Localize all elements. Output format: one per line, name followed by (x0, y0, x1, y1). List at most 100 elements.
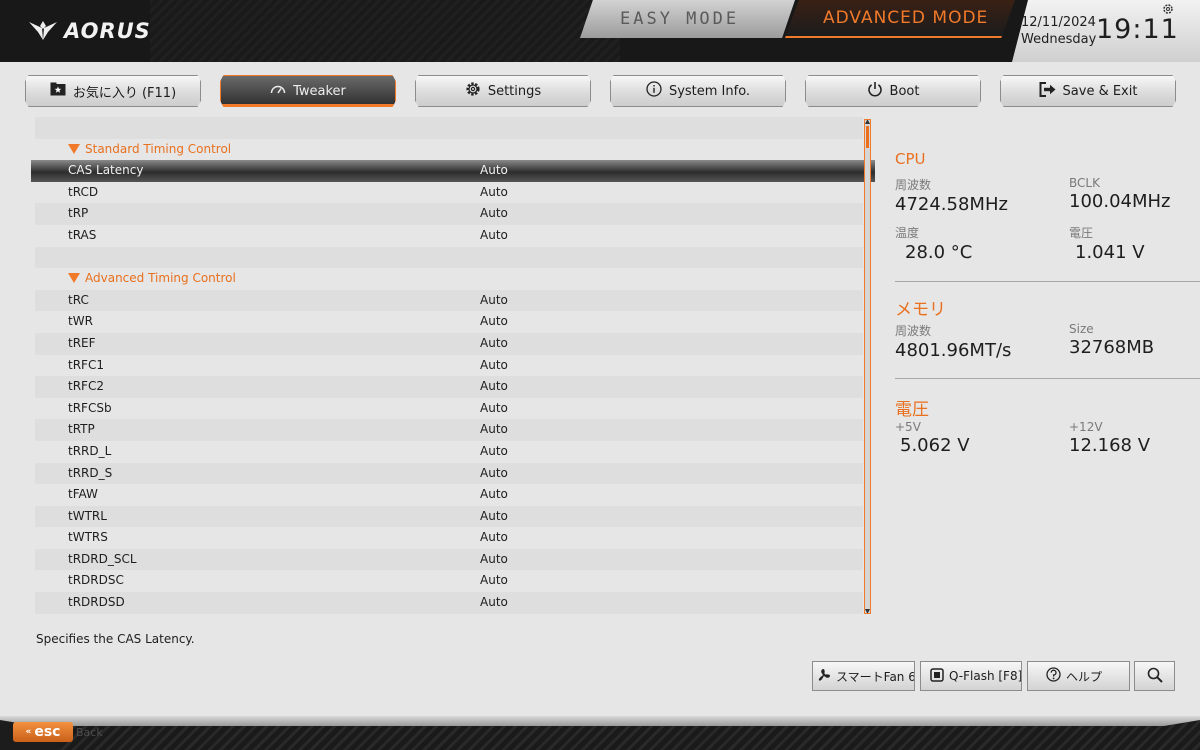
expand-triangle-icon (68, 273, 80, 284)
item-value[interactable]: Auto (480, 160, 508, 182)
item-value[interactable]: Auto (480, 592, 508, 614)
section-header[interactable]: Standard Timing Control (35, 138, 863, 161)
cpu-title: CPU (895, 150, 926, 168)
chip-icon (930, 667, 944, 685)
help-button[interactable]: ヘルプ (1027, 661, 1130, 691)
tab-boot[interactable]: Boot (805, 75, 981, 107)
item-value[interactable]: Auto (480, 290, 508, 312)
top-bar (0, 0, 1200, 62)
power-icon (867, 81, 883, 101)
search-icon (1147, 667, 1163, 686)
item-value[interactable]: Auto (480, 570, 508, 592)
exit-icon (1039, 81, 1056, 101)
advanced-mode-label[interactable]: ADVANCED MODE (823, 8, 988, 28)
list-item[interactable]: tRDRDSD Auto (35, 592, 863, 614)
easy-mode-label[interactable]: EASY MODE (620, 9, 739, 29)
item-label: CAS Latency (68, 163, 144, 178)
cpu-bclk-label: BCLK (1069, 176, 1100, 190)
list-item[interactable]: tRFC2 Auto (35, 376, 863, 398)
cpu-voltage-label: 電圧 (1069, 226, 1094, 240)
list-item[interactable]: tRAS Auto (35, 224, 863, 247)
tab-settings[interactable]: Settings (415, 75, 591, 107)
list-scrollbar[interactable] (864, 119, 871, 614)
list-item[interactable]: tRRD_L Auto (35, 440, 863, 463)
header-decoration (150, 0, 620, 62)
voltage-5v-label: +5V (895, 420, 921, 434)
tab-system-info[interactable]: System Info. (610, 75, 786, 107)
qflash-label: Q-Flash [F8] (949, 669, 1022, 683)
item-value[interactable]: Auto (480, 311, 508, 333)
item-value[interactable]: Auto (480, 484, 508, 506)
tab-label: Save & Exit (1062, 83, 1138, 99)
cpu-temperature-label: 温度 (895, 226, 920, 240)
cpu-frequency-label: 周波数 (895, 178, 932, 192)
cpu-section: CPU 周波数 4724.58MHz BCLK 100.04MHz 温度 28.… (895, 150, 1200, 282)
date-display: 12/11/2024 Wednesday (1021, 14, 1096, 48)
item-label: tRC (68, 292, 89, 307)
item-value[interactable]: Auto (480, 355, 508, 377)
smart-fan-button[interactable]: スマートFan 6 [F (812, 661, 915, 691)
list-item[interactable]: tRP Auto (35, 203, 863, 225)
esc-button[interactable]: « esc (13, 722, 73, 742)
list-item[interactable]: tRCD Auto (35, 181, 863, 204)
memory-size: Size 32768MB (1069, 322, 1154, 358)
item-label: tRAS (68, 227, 97, 242)
scroll-thumb[interactable] (866, 126, 869, 148)
tab-favorites[interactable]: お気に入り (F11) (25, 75, 201, 107)
settings-gear-icon[interactable] (1162, 0, 1174, 14)
tab-save-exit[interactable]: Save & Exit (1000, 75, 1176, 107)
item-label: tRP (68, 206, 89, 221)
list-item[interactable]: tREF Auto (35, 332, 863, 355)
scroll-up-arrow-icon[interactable] (865, 120, 870, 124)
item-value[interactable]: Auto (480, 527, 508, 549)
voltage-5v-value: 5.062 V (900, 435, 970, 456)
item-value[interactable]: Auto (480, 203, 508, 225)
date-text: 12/11/2024 (1021, 15, 1096, 30)
item-value[interactable]: Auto (480, 333, 508, 355)
item-value[interactable]: Auto (480, 419, 508, 441)
list-item[interactable]: tRDRDSC Auto (35, 570, 863, 593)
footer-metal-strip (0, 716, 1200, 726)
item-label: tRFCSb (68, 400, 112, 415)
item-value[interactable]: Auto (480, 549, 508, 571)
memory-frequency: 周波数 4801.96MT/s (895, 322, 1011, 361)
smart-fan-label: スマートFan 6 [F (836, 669, 914, 684)
help-circle-icon (1046, 667, 1061, 685)
item-label: tFAW (68, 487, 98, 502)
tab-label: Tweaker (293, 83, 346, 99)
voltage-5v: +5V 5.062 V (895, 420, 970, 456)
section-header[interactable]: Advanced Timing Control (35, 268, 863, 290)
search-button[interactable] (1134, 661, 1175, 691)
item-label: tRDRDSC (68, 573, 124, 588)
list-item-selected[interactable]: CAS Latency Auto (31, 160, 875, 182)
item-value[interactable]: Auto (480, 376, 508, 398)
main-nav: お気に入り (F11) Tweaker Settings System Info… (0, 62, 1200, 112)
item-label: tWTRL (68, 508, 107, 523)
item-value[interactable]: Auto (480, 441, 508, 463)
item-value[interactable]: Auto (480, 225, 508, 247)
item-value[interactable]: Auto (480, 463, 508, 485)
list-item[interactable]: tRFCSb Auto (35, 397, 863, 420)
tab-tweaker[interactable]: Tweaker (220, 75, 396, 107)
memory-section: メモリ 周波数 4801.96MT/s Size 32768MB (895, 295, 1200, 395)
list-item[interactable]: tWTRL Auto (35, 505, 863, 528)
list-item[interactable]: tRDRD_SCL Auto (35, 548, 863, 571)
list-item[interactable]: tFAW Auto (35, 484, 863, 506)
esc-label: esc (34, 724, 61, 740)
list-item[interactable]: tRFC1 Auto (35, 354, 863, 377)
item-value[interactable]: Auto (480, 506, 508, 528)
list-item[interactable]: tWR Auto (35, 311, 863, 333)
scroll-down-arrow-icon[interactable] (865, 609, 870, 613)
list-item[interactable]: tRRD_S Auto (35, 462, 863, 485)
list-item[interactable]: tRC Auto (35, 289, 863, 312)
item-label: tRCD (68, 184, 99, 199)
fan-icon (817, 668, 831, 685)
item-value[interactable]: Auto (480, 398, 508, 420)
item-value[interactable]: Auto (480, 182, 508, 204)
gear-icon (465, 81, 481, 101)
tab-label: Boot (889, 83, 920, 99)
bottom-bar (0, 716, 1200, 750)
qflash-button[interactable]: Q-Flash [F8] (920, 661, 1022, 691)
list-item[interactable]: tRTP Auto (35, 419, 863, 441)
list-item[interactable]: tWTRS Auto (35, 527, 863, 549)
